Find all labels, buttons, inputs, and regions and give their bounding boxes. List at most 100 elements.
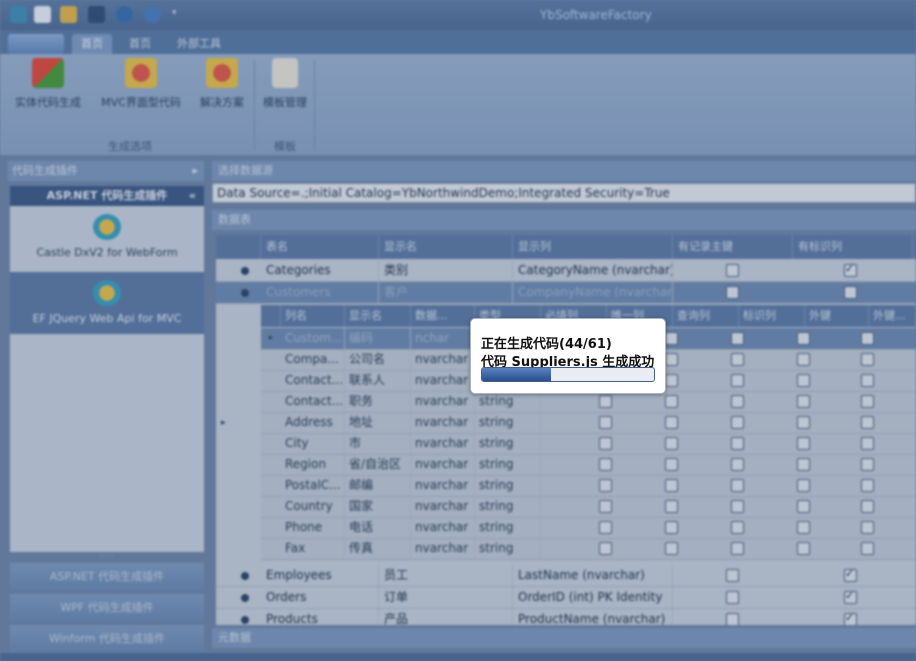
column-row[interactable]: PostalC... 邮编 nvarchar string <box>261 475 916 497</box>
checkbox[interactable] <box>599 395 612 408</box>
save-icon[interactable] <box>88 6 105 23</box>
checkbox[interactable] <box>665 437 678 450</box>
entity-code-button[interactable]: 实体代码生成 <box>8 58 88 110</box>
checkbox[interactable] <box>599 437 612 450</box>
column-header[interactable]: 显示列 <box>513 235 673 259</box>
column-row[interactable]: Address 地址 nvarchar string <box>261 412 916 434</box>
checkbox[interactable] <box>797 521 810 534</box>
plugin-item[interactable]: Castle DxV2 for WebForm <box>10 206 204 268</box>
checkbox[interactable] <box>861 353 874 366</box>
checkbox[interactable] <box>599 458 612 471</box>
asp-net-plugin-button[interactable]: ASP.NET 代码生成插件 <box>10 563 204 591</box>
checkbox[interactable] <box>731 479 744 492</box>
column-row[interactable]: City 市 nvarchar string <box>261 433 916 455</box>
checkbox[interactable] <box>665 458 678 471</box>
checkbox[interactable] <box>599 500 612 513</box>
app-menu-button[interactable] <box>8 34 64 54</box>
open-folder-icon[interactable] <box>60 6 77 23</box>
table-row[interactable]: Categories 类别 CategoryName (nvarchar) <box>216 260 916 282</box>
column-header[interactable]: 查询列 <box>673 305 739 327</box>
column-header[interactable]: 外键 <box>805 305 869 327</box>
checkbox[interactable] <box>797 437 810 450</box>
checkbox[interactable] <box>844 611 857 625</box>
column-header[interactable]: 数据... <box>411 305 475 327</box>
checkbox[interactable] <box>861 332 874 345</box>
checkbox[interactable] <box>731 437 744 450</box>
tab-external-tools[interactable]: 外部工具 <box>166 34 232 54</box>
template-manage-button[interactable]: 模板管理 <box>258 58 312 110</box>
checkbox[interactable] <box>797 374 810 387</box>
column-header[interactable]: 标识列 <box>739 305 805 327</box>
checkbox[interactable] <box>665 542 678 555</box>
info-icon[interactable] <box>116 6 133 23</box>
checkbox[interactable] <box>731 353 744 366</box>
checkbox[interactable] <box>599 479 612 492</box>
splitter-grip[interactable] <box>100 556 114 560</box>
quick-access-dropdown-icon[interactable]: ▾ <box>172 8 177 18</box>
checkbox[interactable] <box>665 353 678 366</box>
globe-icon[interactable] <box>144 6 161 23</box>
checkbox[interactable] <box>861 500 874 513</box>
checkbox[interactable] <box>797 542 810 555</box>
column-header[interactable]: 表名 <box>261 235 379 259</box>
checkbox[interactable] <box>797 500 810 513</box>
checkbox[interactable] <box>844 262 857 277</box>
checkbox[interactable] <box>731 395 744 408</box>
checkbox[interactable] <box>665 374 678 387</box>
checkbox[interactable] <box>861 542 874 555</box>
checkbox[interactable] <box>797 353 810 366</box>
checkbox[interactable] <box>731 458 744 471</box>
winform-plugin-button[interactable]: Winform 代码生成插件 <box>10 625 204 653</box>
checkbox[interactable] <box>731 521 744 534</box>
checkbox[interactable] <box>797 416 810 429</box>
app-icon[interactable] <box>10 6 27 23</box>
table-row[interactable]: Employees 员工 LastName (nvarchar) <box>216 565 916 587</box>
column-header[interactable]: 有记录主键 <box>673 235 793 259</box>
tab-home[interactable]: 首页 <box>72 34 112 54</box>
column-header[interactable]: 显示名 <box>345 305 411 327</box>
collapse-group-icon[interactable]: « <box>189 186 196 206</box>
checkbox[interactable] <box>599 542 612 555</box>
checkbox[interactable] <box>861 458 874 471</box>
table-row-expanded[interactable]: Customers 客户 CompanyName (nvarchar) <box>216 282 916 304</box>
checkbox[interactable] <box>844 589 857 604</box>
column-header[interactable]: 显示名 <box>379 235 513 259</box>
collapse-panel-icon[interactable]: ▸ <box>192 161 198 181</box>
checkbox[interactable] <box>726 264 739 277</box>
checkbox[interactable] <box>861 416 874 429</box>
column-row[interactable]: Contact... 职务 nvarchar string <box>261 391 916 413</box>
checkbox[interactable] <box>665 500 678 513</box>
checkbox[interactable] <box>731 374 744 387</box>
checkbox[interactable] <box>797 479 810 492</box>
column-header[interactable]: 有标识列 <box>793 235 913 259</box>
checkbox[interactable] <box>726 591 739 604</box>
solution-button[interactable]: 解决方案 <box>192 58 252 110</box>
checkbox[interactable] <box>599 521 612 534</box>
checkbox[interactable] <box>665 332 678 345</box>
wpf-plugin-button[interactable]: WPF 代码生成插件 <box>10 594 204 622</box>
checkbox[interactable] <box>861 374 874 387</box>
checkbox[interactable] <box>844 567 857 582</box>
column-row[interactable]: Country 国家 nvarchar string <box>261 496 916 518</box>
checkbox[interactable] <box>599 416 612 429</box>
checkbox[interactable] <box>665 521 678 534</box>
column-header[interactable]: 列名 <box>281 305 345 327</box>
mvc-code-button[interactable]: MVC界面型代码 <box>94 58 188 110</box>
checkbox[interactable] <box>797 395 810 408</box>
checkbox[interactable] <box>797 332 810 345</box>
checkbox[interactable] <box>861 395 874 408</box>
column-row[interactable]: Region 省/自治区 nvarchar string <box>261 454 916 476</box>
checkbox[interactable] <box>665 395 678 408</box>
checkbox[interactable] <box>665 479 678 492</box>
column-row[interactable]: Fax 传真 nvarchar string <box>261 538 916 560</box>
checkbox[interactable] <box>861 521 874 534</box>
checkbox[interactable] <box>861 437 874 450</box>
plugin-item-selected[interactable]: EF JQuery Web Api for MVC <box>10 272 204 334</box>
checkbox[interactable] <box>797 458 810 471</box>
checkbox[interactable] <box>731 332 744 345</box>
tab-home-2[interactable]: 首页 <box>120 34 160 54</box>
checkbox[interactable] <box>731 542 744 555</box>
connection-string-input[interactable]: Data Source=.;Initial Catalog=YbNorthwin… <box>212 183 916 203</box>
column-header[interactable]: 外键... <box>869 305 916 327</box>
checkbox[interactable] <box>726 613 739 625</box>
